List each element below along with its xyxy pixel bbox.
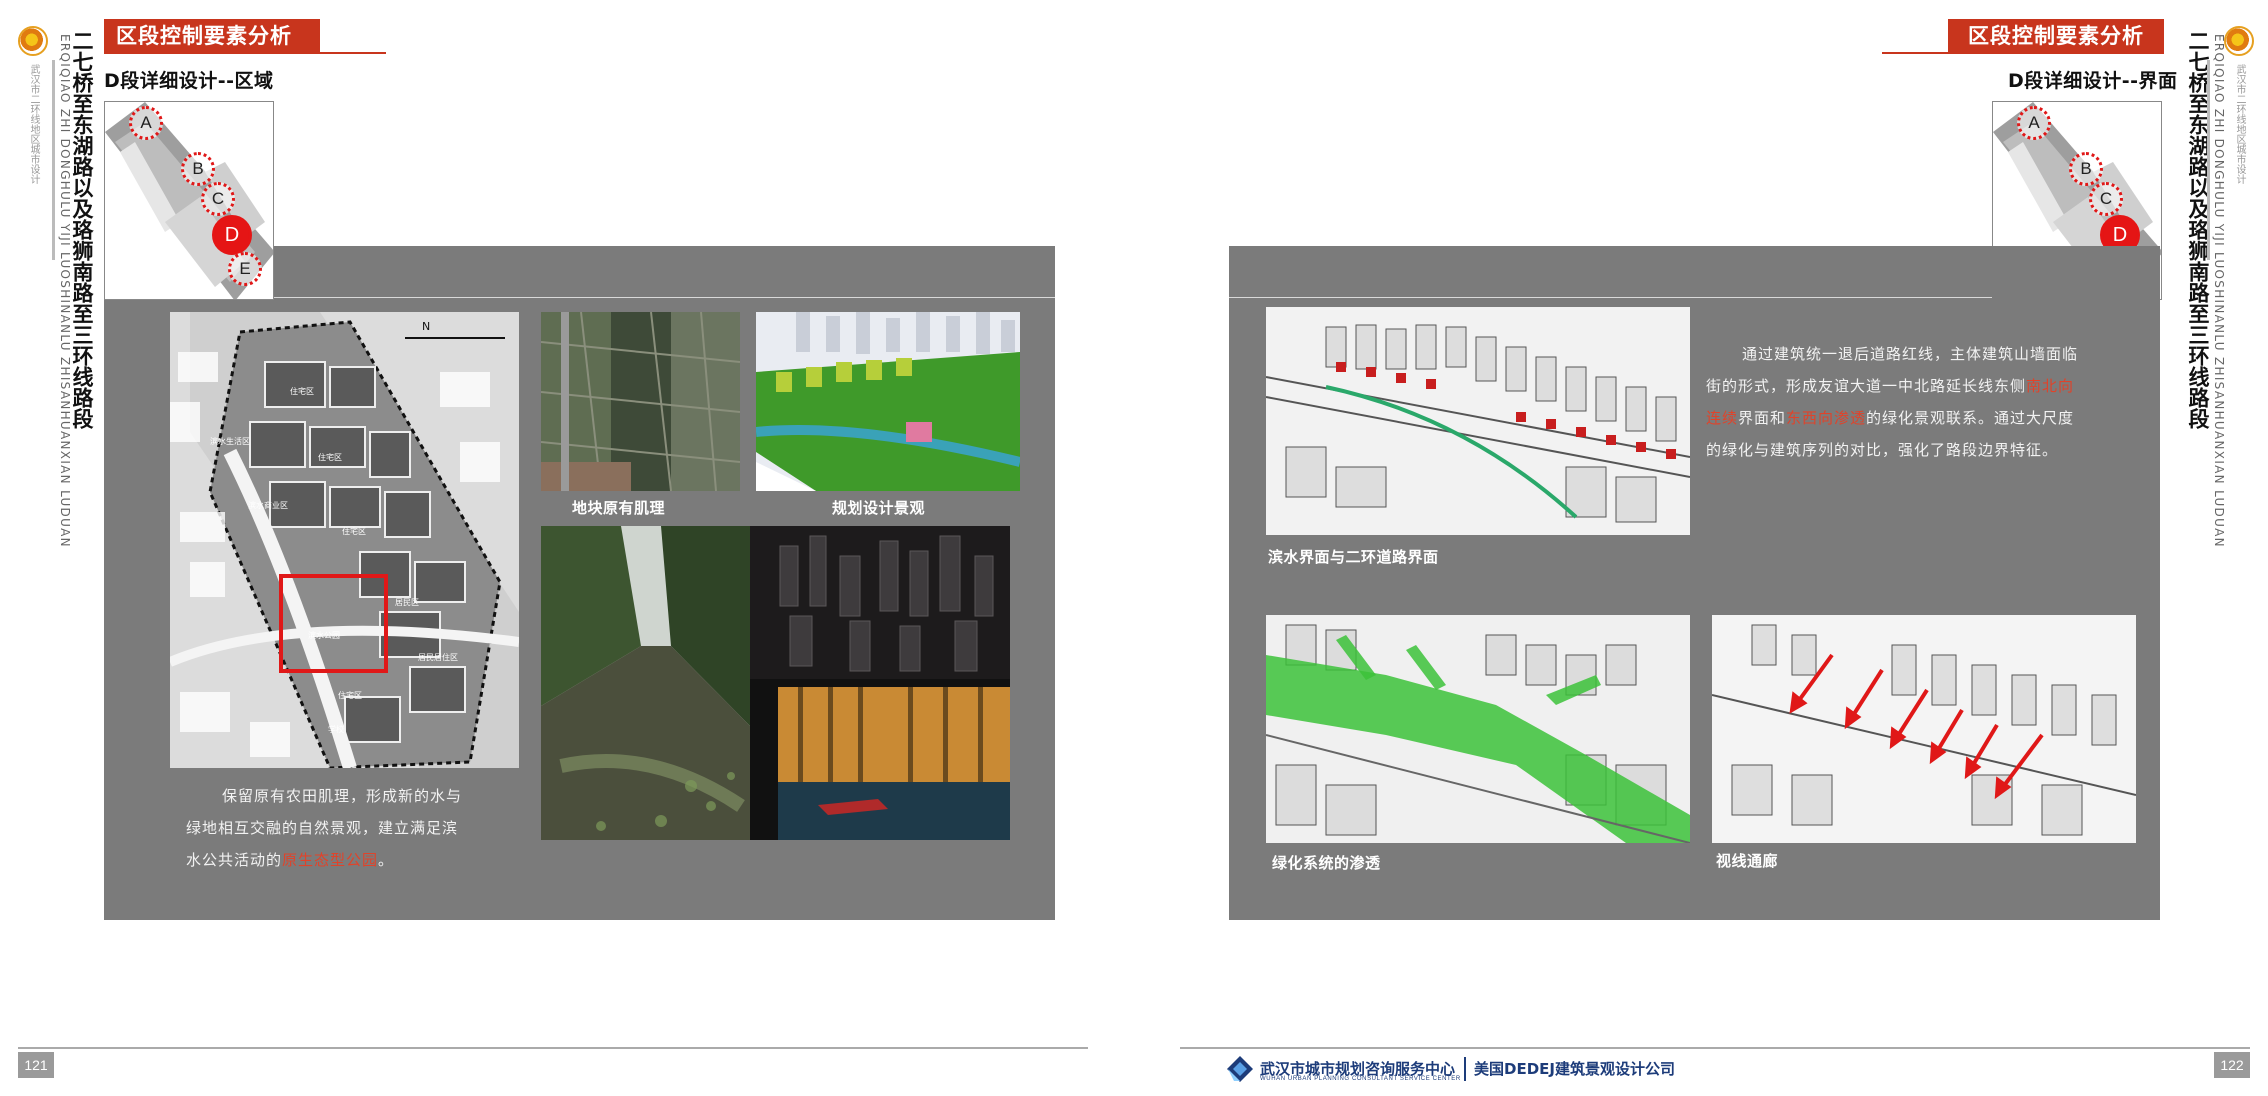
org-logo-icon bbox=[1226, 1055, 1254, 1083]
page-subtitle: D段详细设计--区域 bbox=[104, 70, 274, 92]
right-description: 通过建筑统一退后道路红线，主体建筑山墙面临 街的形式，形成友谊大道一中北路延长线… bbox=[1706, 338, 2126, 466]
river-canal-photo bbox=[541, 526, 750, 840]
green-system-render bbox=[1266, 615, 1690, 843]
key-map: A B C D E bbox=[104, 101, 274, 300]
autumn-photo-graphic bbox=[778, 687, 1010, 840]
planned-landscape-render bbox=[756, 312, 1020, 491]
plan-label: 学校 bbox=[328, 725, 344, 734]
side-divider bbox=[52, 60, 55, 260]
side-divider bbox=[2207, 60, 2210, 260]
page-number: 122 bbox=[2214, 1052, 2250, 1078]
caption-sight-corridor: 视线通廊 bbox=[1716, 852, 1779, 870]
highlight-text: 原生态型公园 bbox=[282, 851, 379, 869]
plan-label: 住宅区 bbox=[290, 387, 314, 396]
footer-firm-name: 美国DEDEJ建筑景观设计公司 bbox=[1474, 1060, 1675, 1078]
footer-rule bbox=[18, 1047, 1088, 1049]
left-description: 保留原有农田肌理，形成新的水与 绿地相互交融的自然景观，建立满足滨 水公共活动的… bbox=[186, 780, 526, 876]
key-map-marker-a: A bbox=[2017, 106, 2051, 140]
key-map-marker-b: B bbox=[2069, 152, 2103, 186]
footer-org-subtitle: WUHAN URBAN PLANNING CONSULTANT SERVICE … bbox=[1260, 1076, 1461, 1082]
plan-label: 居民居住区 bbox=[418, 653, 458, 662]
waterfront-interface-render bbox=[1266, 307, 1690, 535]
page-number: 121 bbox=[18, 1052, 54, 1078]
plan-label: 滨水生活区 bbox=[210, 437, 250, 446]
side-title: 二七桥至东湖路以及珞狮南路至三环线路段 bbox=[70, 30, 94, 429]
side-org-small: 武汉市二环线地区城市设计 bbox=[28, 64, 39, 184]
key-map-marker-b: B bbox=[181, 152, 215, 186]
key-map-marker-e: E bbox=[228, 252, 262, 286]
page-subtitle: D段详细设计--界面 bbox=[2008, 70, 2178, 92]
master-plan-image: N 住宅区 滨水生活区 住宅区 滨水商业区 住宅区 滨水公园 居民区 居民居住区… bbox=[170, 312, 519, 768]
panel-top-strip bbox=[273, 246, 1055, 298]
night-render-graphic bbox=[750, 526, 1010, 679]
highlight-text: 南北向 bbox=[2026, 377, 2075, 395]
footer-rule bbox=[1180, 1047, 2250, 1049]
plan-label: 住宅区 bbox=[338, 691, 362, 700]
description-line: 的绿化与建筑序列的对比，强化了路段边界特征。 bbox=[1706, 441, 2059, 459]
logo-icon bbox=[2224, 26, 2254, 56]
landscape-render-graphic bbox=[756, 312, 1020, 491]
side-org-small: 武汉市二环线地区城市设计 bbox=[2234, 64, 2245, 184]
description-line: 绿地相互交融的自然景观，建立满足滨 bbox=[186, 819, 459, 837]
highlight-text: 东西向渗透 bbox=[1786, 409, 1867, 427]
description-line: 水公共活动的原生态型公园。 bbox=[186, 851, 395, 869]
caption-planned-landscape: 规划设计景观 bbox=[832, 499, 926, 517]
plan-label: 居民区 bbox=[395, 598, 419, 607]
original-texture-photo bbox=[541, 312, 740, 491]
aerial-photo-graphic bbox=[541, 312, 740, 491]
autumn-canal-photo bbox=[778, 687, 1010, 840]
photo-gap bbox=[750, 679, 1010, 687]
badge-underline bbox=[104, 52, 386, 54]
caption-original-texture: 地块原有肌理 bbox=[572, 499, 666, 517]
section-badge: 区段控制要素分析 bbox=[1948, 19, 2164, 53]
panel-rule bbox=[1229, 297, 1992, 298]
description-line: 街的形式，形成友谊大道一中北路延长线东侧南北向 bbox=[1706, 377, 2075, 395]
description-line: 保留原有农田肌理，形成新的水与 bbox=[222, 787, 463, 805]
badge-underline bbox=[1882, 52, 2164, 54]
side-title: 二七桥至东湖路以及珞狮南路至三环线路段 bbox=[2186, 30, 2210, 429]
key-map-marker-d: D bbox=[212, 215, 252, 255]
highlight-text: 连续 bbox=[1706, 409, 1739, 427]
description-line: 通过建筑统一退后道路红线，主体建筑山墙面临 bbox=[1742, 345, 2079, 363]
caption-green-system: 绿化系统的渗透 bbox=[1272, 854, 1381, 872]
key-map-marker-c: C bbox=[2089, 182, 2123, 216]
plan-label: 滨水公园 bbox=[308, 631, 340, 640]
plan-label: 住宅区 bbox=[342, 527, 366, 536]
svg-text:N: N bbox=[422, 320, 430, 333]
river-photo-graphic bbox=[541, 526, 750, 840]
plan-label: 滨水商业区 bbox=[248, 501, 288, 510]
side-title-latin: ERQIQIAO ZHI DONGHULU YIJI LUOSHINANLU Z… bbox=[2212, 34, 2226, 548]
section-badge: 区段控制要素分析 bbox=[104, 19, 320, 53]
green-render-graphic bbox=[1266, 615, 1690, 843]
key-map-marker-a: A bbox=[129, 106, 163, 140]
sight-corridor-render bbox=[1712, 615, 2136, 843]
description-line: 连续界面和东西向渗透的绿化景观联系。通过大尺度 bbox=[1706, 409, 2075, 427]
corridor-render-graphic bbox=[1712, 615, 2136, 843]
key-map-marker-c: C bbox=[201, 182, 235, 216]
logo-icon bbox=[18, 26, 48, 56]
panel-rule bbox=[273, 297, 1055, 298]
night-city-render bbox=[750, 526, 1010, 679]
waterfront-render-graphic bbox=[1266, 307, 1690, 535]
caption-waterfront: 滨水界面与二环道路界面 bbox=[1268, 548, 1439, 566]
photo-gap bbox=[750, 687, 778, 840]
footer-divider bbox=[1464, 1057, 1466, 1081]
org-logo-graphic bbox=[1227, 1056, 1253, 1082]
plan-label: 住宅区 bbox=[318, 453, 342, 462]
